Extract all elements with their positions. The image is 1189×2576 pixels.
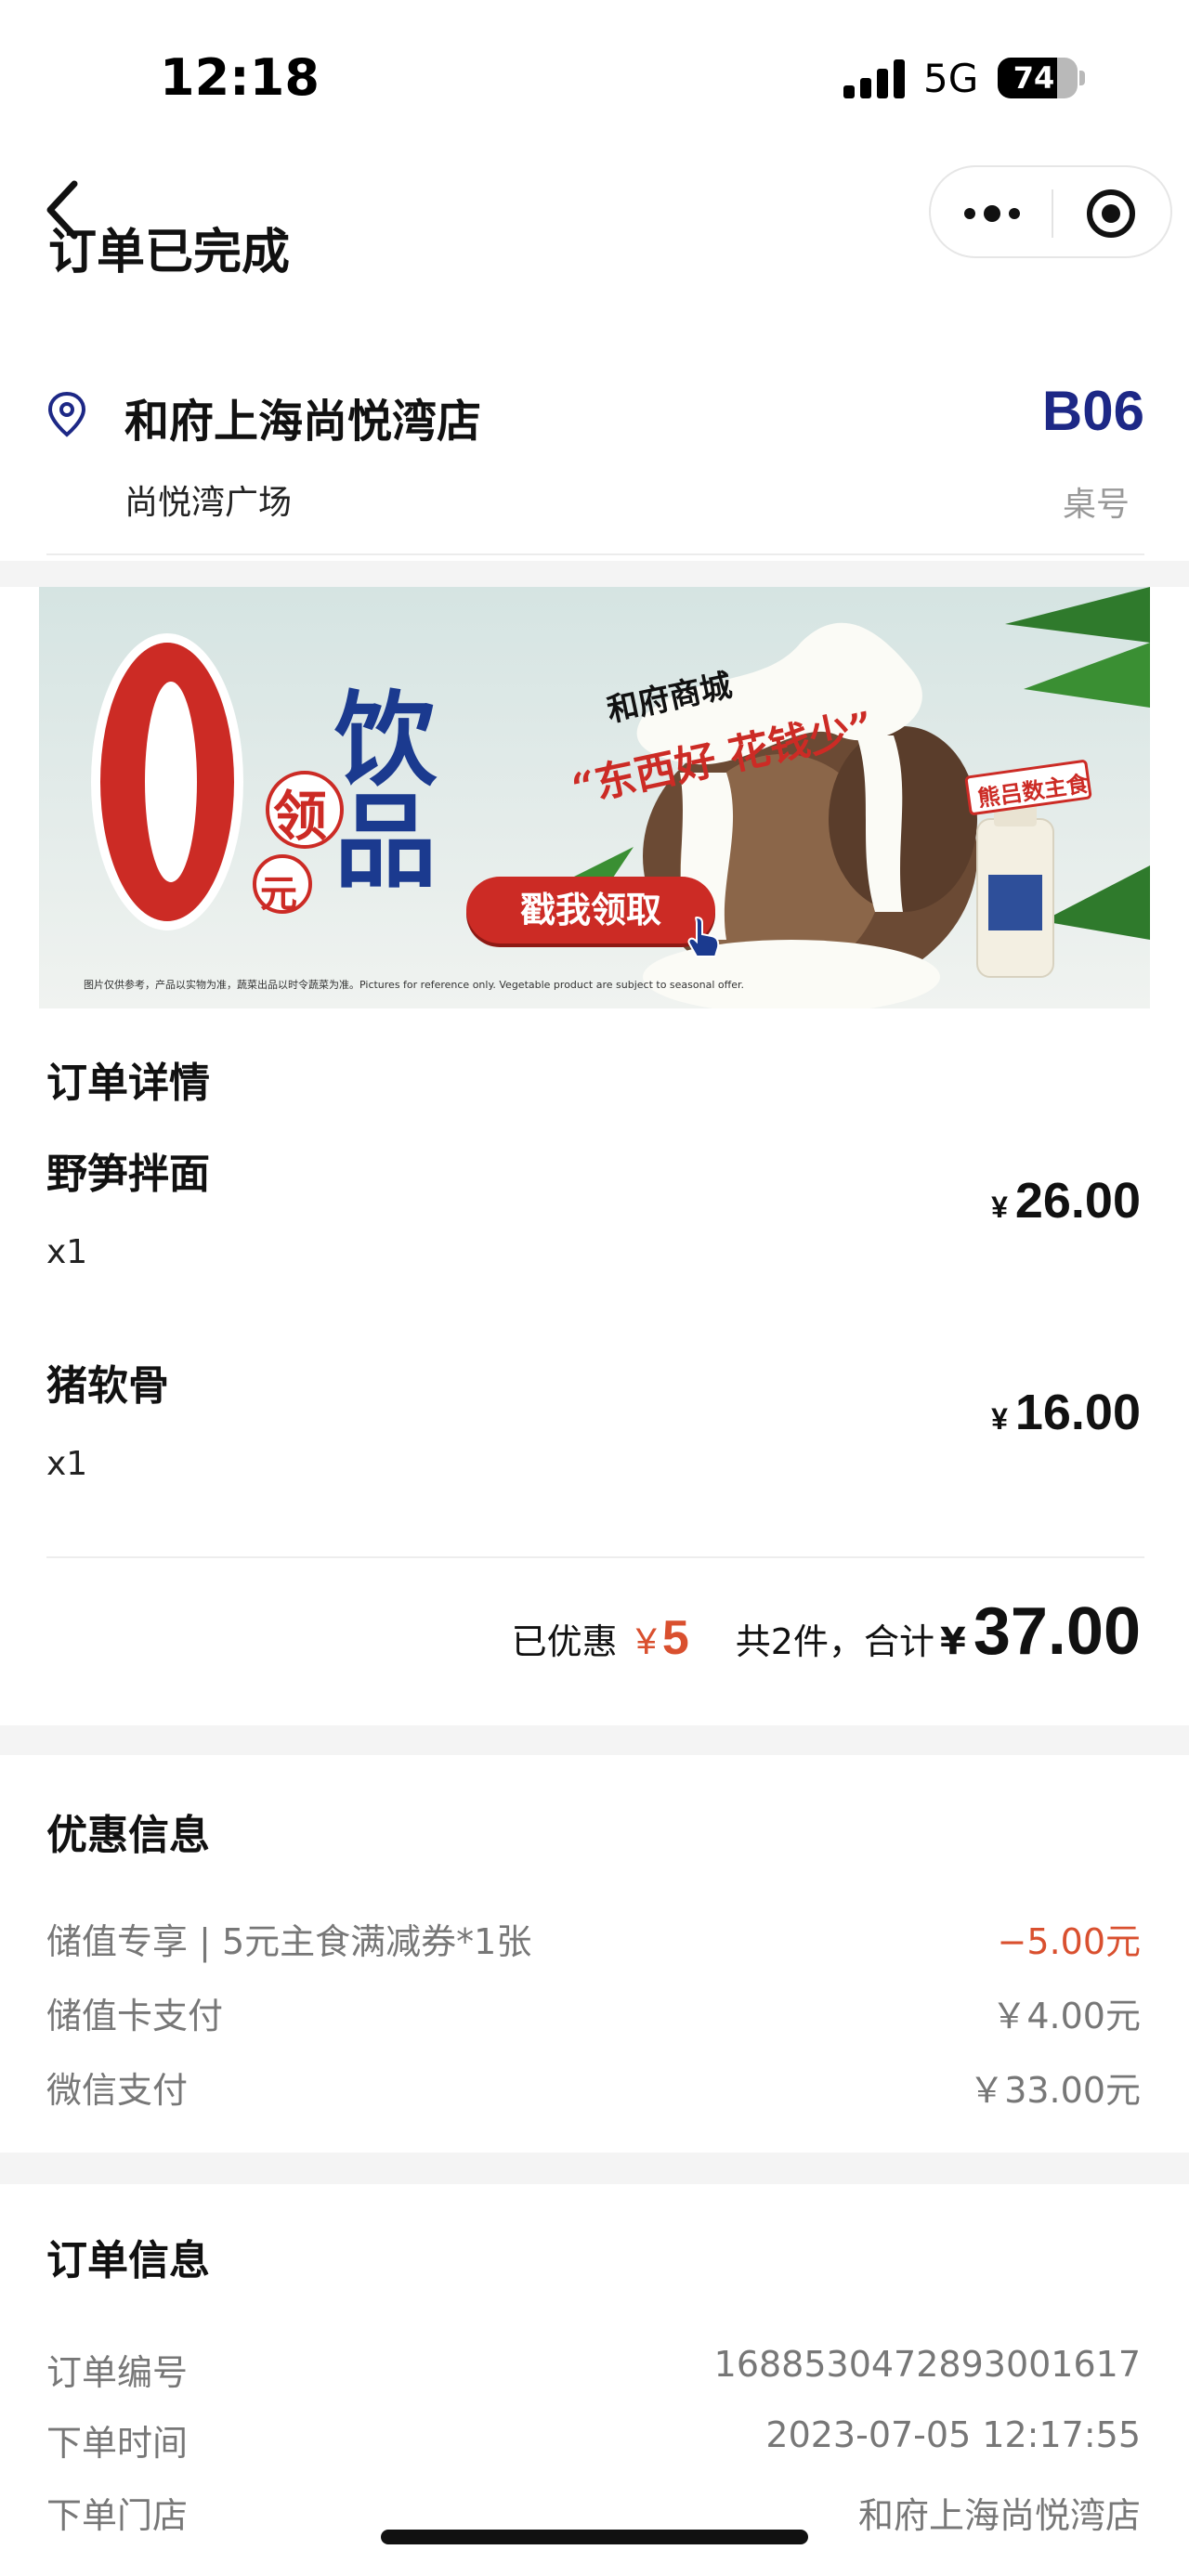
item-price-value: 26.00 xyxy=(1014,1173,1141,1229)
discount-row-value: ￥4.00元 xyxy=(991,1996,1141,2036)
banner-yuan: 元 xyxy=(260,872,297,916)
discount-row-label: 微信支付 xyxy=(46,2070,189,2111)
total-currency: ¥ xyxy=(939,1620,966,1663)
battery-percent: 74 xyxy=(1013,60,1055,96)
discount-row-label: 储值卡支付 xyxy=(46,1996,224,2036)
order-time-label: 下单时间 xyxy=(46,2423,189,2464)
order-time-value: 2023-07-05 12:17:55 xyxy=(765,2414,1141,2455)
item-price: ¥16.00 xyxy=(991,1384,1141,1441)
page-title: 订单已完成 xyxy=(48,225,291,280)
network-type: 5G xyxy=(923,56,979,101)
divider xyxy=(46,553,1144,555)
order-summary: 已优惠 ¥5 共2件，合计 ¥ 37.00 xyxy=(512,1594,1141,1677)
section-gap xyxy=(0,561,1189,587)
discount-row-value: ￥33.00元 xyxy=(969,2070,1141,2111)
home-indicator[interactable] xyxy=(381,2530,808,2544)
item-name: 猪软骨 xyxy=(46,1362,169,1410)
divider xyxy=(46,1556,1144,1558)
status-time: 12:18 xyxy=(160,48,320,107)
store-name: 和府上海尚悦湾店 xyxy=(124,396,482,448)
discount-label: 已优惠 xyxy=(511,1621,618,1662)
more-icon[interactable] xyxy=(962,195,1022,232)
order-store-value: 和府上海尚悦湾店 xyxy=(857,2495,1141,2536)
banner-fine-print: 图片仅供参考，产品以实物为准，蔬菜出品以时令蔬菜为准。Pictures for … xyxy=(84,979,744,991)
order-number-label: 订单编号 xyxy=(46,2352,189,2393)
item-quantity: x1 xyxy=(46,1445,88,1483)
discount-info-title: 优惠信息 xyxy=(46,1812,210,1859)
order-store-label: 下单门店 xyxy=(46,2495,189,2536)
close-miniprogram-icon[interactable] xyxy=(1083,186,1139,241)
claim-button[interactable]: 戳我领取 xyxy=(466,877,715,943)
order-detail-title: 订单详情 xyxy=(46,1060,210,1107)
miniprogram-capsule xyxy=(929,165,1172,258)
pointer-hand-icon xyxy=(687,916,720,957)
capsule-divider xyxy=(1052,189,1053,238)
discount-row-value: −5.00元 xyxy=(997,1921,1141,1962)
store-address: 尚悦湾广场 xyxy=(124,484,293,522)
item-price: ¥26.00 xyxy=(991,1172,1141,1229)
order-number-value: 1688530472893001617 xyxy=(713,2344,1141,2385)
currency-symbol: ¥ xyxy=(991,1402,1008,1436)
currency-symbol: ¥ xyxy=(991,1190,1008,1224)
section-gap xyxy=(0,2153,1189,2184)
discount-row-label: 储值专享 | 5元主食满减券*1张 xyxy=(46,1921,532,1962)
signal-icon xyxy=(843,59,907,98)
status-bar: 12:18 5G 74 xyxy=(0,0,1189,158)
item-price-value: 16.00 xyxy=(1014,1385,1141,1440)
banner-drink: 饮品 xyxy=(334,680,437,902)
item-count-label: 共2件，合计 xyxy=(735,1621,934,1662)
total-amount: 37.00 xyxy=(973,1594,1141,1669)
section-gap xyxy=(0,1725,1189,1755)
table-number: B06 xyxy=(1041,380,1144,442)
banner-ling: 领 xyxy=(273,785,328,848)
promo-banner[interactable]: 0 领 元 饮品 和府商城 “东西好 花钱少” 熊吕数主食 戳我领取 图片仅供参… xyxy=(39,587,1150,1008)
table-number-label: 桌号 xyxy=(1062,486,1130,524)
battery-icon: 74 xyxy=(998,58,1078,98)
location-pin-icon xyxy=(47,391,86,437)
item-quantity: x1 xyxy=(46,1233,88,1271)
order-info-title: 订单信息 xyxy=(46,2237,210,2284)
discount-amount: ¥5 xyxy=(635,1611,689,1665)
item-name: 野笋拌面 xyxy=(46,1151,210,1198)
battery-cap xyxy=(1079,71,1085,85)
